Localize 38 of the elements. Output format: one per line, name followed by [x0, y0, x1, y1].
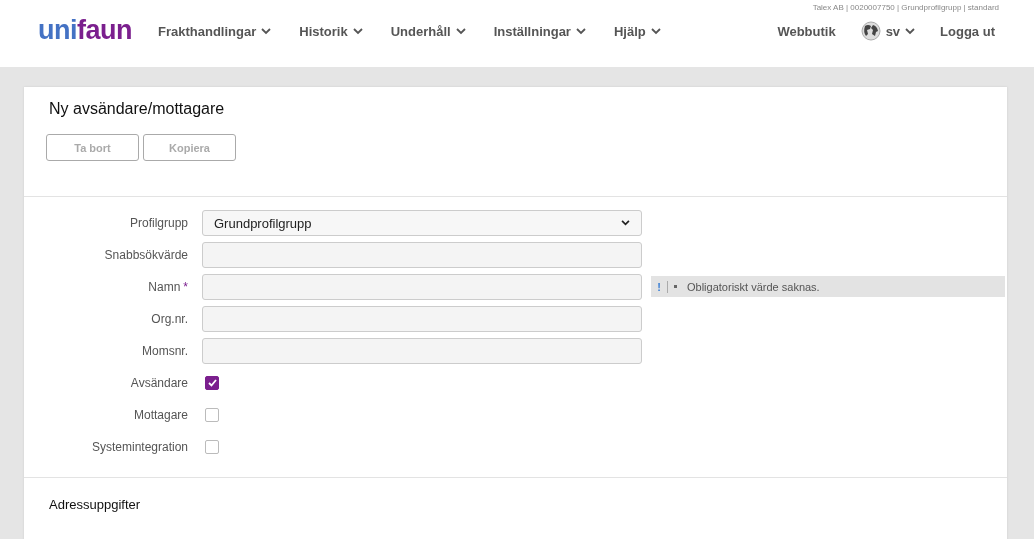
field-label: Org.nr. — [150, 312, 188, 326]
chevron-down-icon — [905, 27, 916, 35]
globe-icon — [860, 21, 881, 41]
chevron-down-icon — [650, 27, 661, 35]
logout-link[interactable]: Logga ut — [940, 23, 995, 39]
nav-menu[interactable]: Underhåll — [390, 23, 466, 39]
account-info: Talex AB | 0020007750 | Grundprofilgrupp | standard — [812, 3, 999, 12]
validation-message: ! Obligatoriskt värde saknas. — [651, 276, 1005, 297]
checkbox[interactable] — [205, 408, 219, 422]
input-field[interactable] — [202, 274, 642, 300]
page-title: Ny avsändare/mottagare — [48, 99, 226, 118]
checkbox[interactable] — [205, 440, 219, 454]
field-label: Namn — [148, 280, 181, 294]
chevron-down-icon — [261, 27, 272, 35]
dropdown-field[interactable]: Grundprofilgrupp — [202, 210, 642, 236]
field-label: Mottagare — [132, 408, 188, 422]
chevron-down-icon — [455, 27, 466, 35]
field-label: Momsnr. — [141, 344, 188, 358]
language-selector[interactable]: sv — [885, 23, 916, 39]
checkbox[interactable] — [205, 376, 219, 390]
logo[interactable]: unifaun — [38, 14, 132, 46]
input-field[interactable] — [202, 306, 642, 332]
chevron-down-icon — [621, 220, 630, 226]
webshop-link[interactable]: Webbutik — [777, 23, 836, 39]
input-field[interactable] — [202, 338, 642, 364]
section-title: Adressuppgifter — [48, 496, 142, 512]
nav-menu[interactable]: Inställningar — [493, 23, 586, 39]
field-label: Snabbsökvärde — [103, 248, 188, 262]
field-label: Profilgrupp — [128, 216, 188, 230]
required-marker: * — [183, 280, 188, 294]
chevron-down-icon — [352, 27, 363, 35]
nav-menu[interactable]: Frakthandlingar — [158, 23, 272, 39]
chevron-down-icon — [575, 27, 586, 35]
field-label: Avsändare — [129, 376, 188, 390]
field-label: Systemintegration — [90, 440, 188, 454]
input-field[interactable] — [202, 242, 642, 268]
nav-menu[interactable]: Hjälp — [613, 23, 661, 39]
nav-menu[interactable]: Historik — [299, 23, 363, 39]
